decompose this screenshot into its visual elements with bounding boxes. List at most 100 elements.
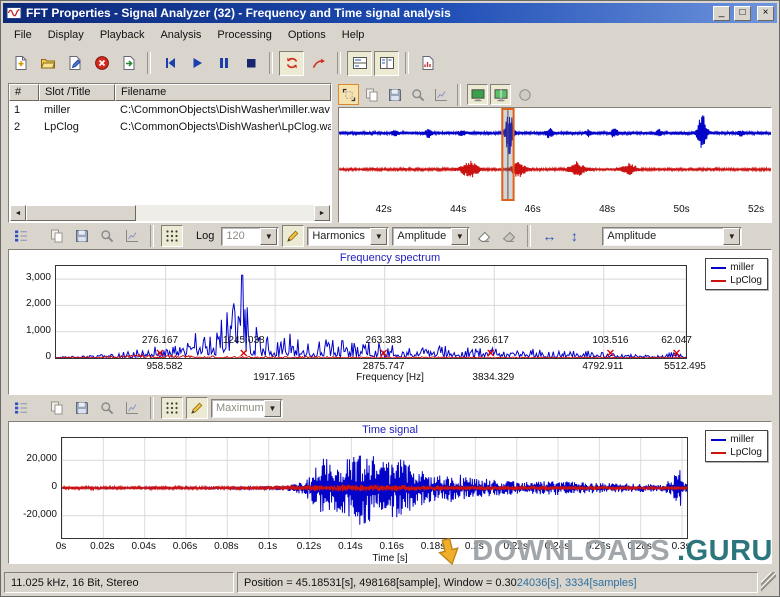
overview-axis-label: 44s [444,204,472,215]
chevron-down-icon[interactable]: ▼ [264,400,281,417]
file-row[interactable]: 1millerC:\CommonObjects\DishWasher\mille… [9,101,331,118]
spectrum-x-axis-title: Frequency [Hz] [9,372,771,383]
pause-button[interactable] [211,51,236,76]
scrollbar-thumb[interactable] [26,205,136,221]
chart-options-button[interactable] [430,84,451,105]
column-header-filename[interactable]: Filename [115,84,331,101]
menu-display[interactable]: Display [40,26,92,44]
marker-properties-button[interactable] [10,225,32,247]
menu-processing[interactable]: Processing [209,26,279,44]
menu-file[interactable]: File [6,26,40,44]
amplitude-combobox[interactable]: Amplitude▼ [392,227,470,246]
log-combobox-value: 120 [222,230,260,242]
zoom-chart-button[interactable] [407,84,428,105]
maximize-button[interactable]: □ [734,6,751,21]
pen-tool-button[interactable] [282,225,304,247]
log-combobox[interactable]: 120▼ [221,227,279,246]
chart-options-button[interactable] [121,397,143,419]
titlebar[interactable]: FFT Properties - Signal Analyzer (32) - … [3,3,777,23]
toolbar-separator [147,52,151,74]
save-chart-button[interactable] [71,225,93,247]
marker-list-icon [13,228,29,244]
chevron-down-icon[interactable]: ▼ [260,228,277,245]
display-right-button[interactable] [490,84,511,105]
axis-combobox[interactable]: Amplitude▼ [602,227,742,246]
column-header-slot-title[interactable]: Slot /Title [39,84,115,101]
pause-icon [216,55,232,71]
minimize-button[interactable]: _ [713,6,730,21]
display-left-button[interactable] [467,84,488,105]
chevron-down-icon[interactable]: ▼ [451,228,468,245]
zoom-select-button[interactable] [338,84,359,105]
zoom-chart-button[interactable] [96,225,118,247]
spectrum-plot[interactable]: 276.1671245.038263.383236.617103.51662.0… [55,265,687,359]
stop-button[interactable] [238,51,263,76]
scroll-right-icon[interactable]: ► [314,205,330,221]
spectrum-title: Frequency spectrum [9,252,771,264]
horizontal-scrollbar[interactable]: ◄ ► [10,205,330,221]
file-cell: LpClog [39,121,115,133]
add-file-button[interactable] [8,51,33,76]
layout-tiled-icon [379,55,395,71]
scrollbar-track[interactable] [26,205,314,221]
skip-start-button[interactable] [157,51,182,76]
save-chart-button[interactable] [71,397,93,419]
x-axis-label: 0s [41,541,81,552]
loop-playback-button[interactable] [279,51,304,76]
menu-playback[interactable]: Playback [92,26,153,44]
marker-list-icon [13,400,29,416]
spectrum-panel: Frequency spectrum 01,0002,0003,000 276.… [8,249,772,395]
toolbar-separator [150,397,154,419]
save-chart-button[interactable] [384,84,405,105]
menu-help[interactable]: Help [334,26,373,44]
marker-properties-button[interactable] [10,397,32,419]
loop-icon [284,55,300,71]
time-plot[interactable] [61,437,688,539]
pen-tool-button[interactable] [186,397,208,419]
zoom-chart-button[interactable] [96,397,118,419]
copy-chart-button[interactable] [46,397,68,419]
remove-file-button[interactable] [89,51,114,76]
LpClog-legend-line [711,452,726,454]
copy-chart-button[interactable] [46,225,68,247]
column-header-number[interactable]: # [9,84,39,101]
scroll-left-icon[interactable]: ◄ [10,205,26,221]
follow-playback-button[interactable] [306,51,331,76]
report-button[interactable] [415,51,440,76]
x-axis-label: 0.18s [413,541,453,552]
led-icon [517,87,533,103]
open-file-button[interactable] [35,51,60,76]
overview-plot[interactable] [339,108,771,201]
menu-options[interactable]: Options [280,26,334,44]
close-button[interactable]: × [757,6,774,21]
legend-label: miller [730,262,754,273]
export-file-button[interactable] [116,51,141,76]
harmonics-combobox[interactable]: Harmonics▼ [307,227,389,246]
menu-analysis[interactable]: Analysis [152,26,209,44]
edit-file-button[interactable] [62,51,87,76]
eraser-all-button[interactable] [498,225,520,247]
fft-settings-button[interactable] [161,225,183,247]
play-button[interactable] [184,51,209,76]
v-scale-button[interactable]: ↕ [563,225,585,247]
x-axis-label: 0.28s [620,541,660,552]
eraser-button[interactable] [473,225,495,247]
layout-stacked-button[interactable] [347,51,372,76]
y-axis-label: 3,000 [9,272,51,283]
chart-options-button[interactable] [121,225,143,247]
copy-chart-button[interactable] [361,84,382,105]
record-led [513,83,536,106]
legend-label: miller [730,434,754,445]
resize-grip[interactable] [761,572,776,593]
maximum-combobox[interactable]: Maximum▼ [211,399,283,418]
x-axis-label: 0.22s [496,541,536,552]
eraser-icon [476,228,492,244]
chevron-down-icon[interactable]: ▼ [370,228,387,245]
h-scale-button[interactable]: ↔ [538,225,560,247]
overview-axis-label: 50s [668,204,696,215]
file-row[interactable]: 2LpClogC:\CommonObjects\DishWasher\LpClo… [9,118,331,135]
window-title: FFT Properties - Signal Analyzer (32) - … [26,6,709,20]
layout-tiled-button[interactable] [374,51,399,76]
fft-settings-button[interactable] [161,397,183,419]
chevron-down-icon[interactable]: ▼ [723,228,740,245]
